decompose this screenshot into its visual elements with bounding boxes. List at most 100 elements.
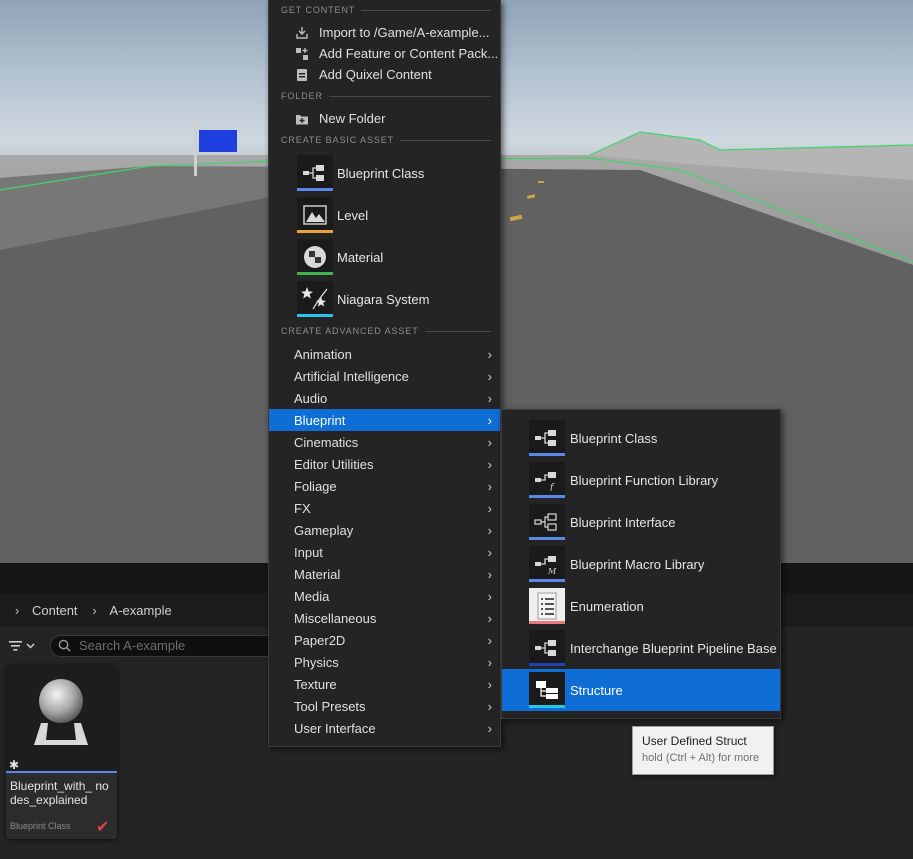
menu-item-level[interactable]: Level: [269, 194, 500, 236]
menu-item-label: Import to /Game/A-example...: [319, 25, 490, 40]
category-label: Audio: [294, 390, 328, 406]
submenu-item-label: Blueprint Class: [570, 430, 658, 446]
submenu-item-label: Blueprint Function Library: [570, 472, 719, 488]
chevron-right-icon: ›: [487, 478, 492, 494]
submenu-item-enumeration[interactable]: Enumeration: [502, 585, 780, 627]
category-user-interface[interactable]: User Interface ›: [269, 717, 500, 739]
blueprint-class-icon: [297, 155, 333, 191]
interchange-pipeline-icon: [529, 630, 565, 666]
breadcrumb-item-content[interactable]: Content: [26, 603, 86, 618]
chevron-right-icon: ›: [487, 412, 492, 428]
category-label: Texture: [294, 676, 337, 692]
asset-color-bar: [529, 453, 565, 456]
category-paper2d[interactable]: Paper2D ›: [269, 629, 500, 651]
asset-color-bar: [529, 579, 565, 582]
category-animation[interactable]: Animation ›: [269, 343, 500, 365]
category-foliage[interactable]: Foliage ›: [269, 475, 500, 497]
menu-item-import[interactable]: Import to /Game/A-example...: [269, 22, 500, 43]
chevron-right-icon: ›: [92, 602, 97, 618]
tooltip-title: User Defined Struct: [642, 734, 747, 748]
submenu-item-blueprint-class[interactable]: Blueprint Class: [502, 417, 780, 459]
menu-item-label: Level: [337, 207, 369, 223]
chevron-right-icon: ›: [487, 588, 492, 604]
menu-item-label: Niagara System: [337, 291, 430, 307]
menu-item-niagara-system[interactable]: Niagara System: [269, 278, 500, 320]
category-physics[interactable]: Physics ›: [269, 651, 500, 673]
menu-item-add-quixel[interactable]: Add Quixel Content: [269, 64, 500, 85]
menu-item-label: Material: [337, 249, 384, 265]
category-audio[interactable]: Audio ›: [269, 387, 500, 409]
submenu-item-label: Interchange Blueprint Pipeline Base: [570, 640, 777, 656]
tooltip: User Defined Struct hold (Ctrl + Alt) fo…: [632, 726, 774, 775]
submenu-item-interchange-blueprint-pipeline-base[interactable]: Interchange Blueprint Pipeline Base: [502, 627, 780, 669]
niagara-icon: [297, 281, 333, 317]
category-label: Input: [294, 544, 323, 560]
menu-item-label: Add Feature or Content Pack...: [319, 46, 499, 61]
category-fx[interactable]: FX ›: [269, 497, 500, 519]
enumeration-icon: [529, 588, 565, 624]
category-label: Blueprint: [294, 412, 346, 428]
chevron-right-icon: ›: [487, 434, 492, 450]
submenu-item-blueprint-interface[interactable]: Blueprint Interface: [502, 501, 780, 543]
submenu-item-label: Blueprint Interface: [570, 514, 676, 530]
menu-item-new-folder[interactable]: New Folder: [269, 108, 500, 129]
category-label: Miscellaneous: [294, 610, 377, 626]
category-artificial-intelligence[interactable]: Artificial Intelligence ›: [269, 365, 500, 387]
blueprint-sphere-icon: [34, 679, 88, 745]
asset-color-bar: [529, 621, 565, 624]
category-miscellaneous[interactable]: Miscellaneous ›: [269, 607, 500, 629]
chevron-right-icon: ›: [487, 544, 492, 560]
blueprint-submenu: Blueprint Class f Blueprint Function Lib…: [501, 409, 781, 719]
asset-color-bar: [529, 537, 565, 540]
menu-item-material[interactable]: Material: [269, 236, 500, 278]
submenu-item-label: Blueprint Macro Library: [570, 556, 705, 572]
svg-text:M: M: [547, 567, 557, 575]
new-folder-icon: [295, 112, 309, 126]
asset-color-bar: [297, 272, 333, 275]
chevron-right-icon: ›: [487, 632, 492, 648]
category-editor-utilities[interactable]: Editor Utilities ›: [269, 453, 500, 475]
asset-tile[interactable]: ✱ Blueprint_with_ nodes_explained Bluepr…: [6, 665, 117, 839]
search-input[interactable]: Search A-example: [50, 635, 290, 657]
section-header-create-basic-asset: CREATE BASIC ASSET: [281, 132, 491, 148]
category-label: Paper2D: [294, 632, 346, 648]
menu-item-blueprint-class[interactable]: Blueprint Class: [269, 152, 500, 194]
breadcrumb-item-a-example[interactable]: A-example: [104, 603, 180, 618]
chevron-right-icon: ›: [487, 676, 492, 692]
category-blueprint[interactable]: Blueprint ›: [269, 409, 500, 431]
category-tool-presets[interactable]: Tool Presets ›: [269, 695, 500, 717]
menu-item-add-feature-pack[interactable]: Add Feature or Content Pack...: [269, 43, 500, 64]
chevron-right-icon: ›: [487, 698, 492, 714]
submenu-item-blueprint-function-library[interactable]: f Blueprint Function Library: [502, 459, 780, 501]
blueprint-interface-icon: [529, 504, 565, 540]
chevron-right-icon: ›: [487, 610, 492, 626]
category-gameplay[interactable]: Gameplay ›: [269, 519, 500, 541]
tooltip-hint: hold (Ctrl + Alt) for more: [642, 752, 760, 764]
chevron-right-icon[interactable]: ›: [8, 603, 26, 618]
submenu-item-structure[interactable]: Structure: [502, 669, 780, 711]
chevron-right-icon: ›: [487, 500, 492, 516]
chevron-right-icon: ›: [487, 456, 492, 472]
category-label: Tool Presets: [294, 698, 366, 714]
submenu-item-blueprint-macro-library[interactable]: M Blueprint Macro Library: [502, 543, 780, 585]
source-control-check-icon: ✔: [96, 819, 110, 836]
blueprint-class-icon: [529, 420, 565, 456]
svg-text:f: f: [549, 483, 555, 491]
category-media[interactable]: Media ›: [269, 585, 500, 607]
chevron-right-icon: ›: [487, 522, 492, 538]
category-input[interactable]: Input ›: [269, 541, 500, 563]
category-label: Physics: [294, 654, 339, 670]
category-cinematics[interactable]: Cinematics ›: [269, 431, 500, 453]
filter-button[interactable]: [8, 639, 42, 659]
asset-name: Blueprint_with_ nodes_explained: [10, 779, 109, 807]
category-label: Foliage: [294, 478, 337, 494]
category-texture[interactable]: Texture ›: [269, 673, 500, 695]
chevron-right-icon: ›: [487, 368, 492, 384]
filter-icon: [9, 641, 35, 651]
menu-item-label: Blueprint Class: [337, 165, 425, 181]
level-icon: [297, 197, 333, 233]
search-icon: [58, 639, 71, 652]
asset-color-bar: [297, 314, 333, 317]
asset-thumbnail: [6, 665, 117, 771]
category-material[interactable]: Material ›: [269, 563, 500, 585]
